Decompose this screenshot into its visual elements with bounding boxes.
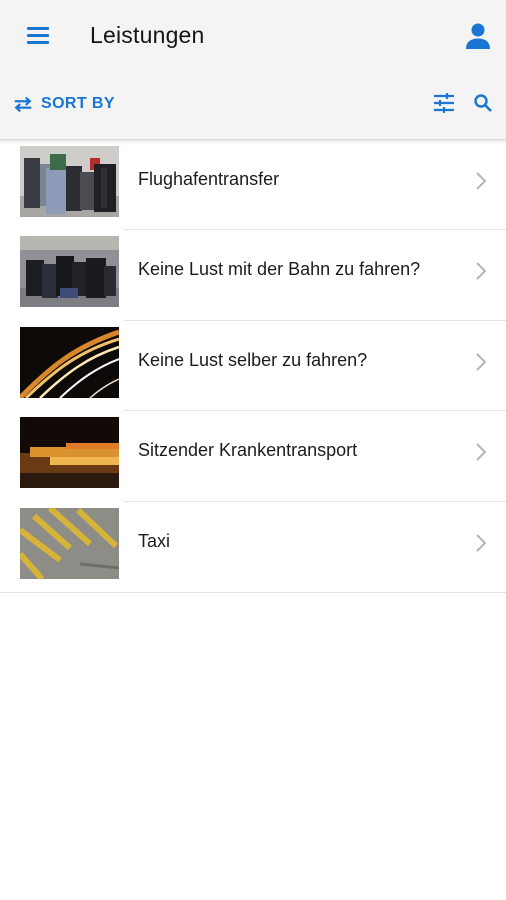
filter-button[interactable] [431,90,457,116]
taxi-road-marking-photo [20,507,119,579]
user-icon [466,23,490,49]
sort-by-button[interactable]: SORT BY [12,90,115,118]
chevron-right-icon [476,172,487,190]
swap-arrows-icon [14,96,32,113]
app-header: Leistungen SORT BY [0,0,506,140]
list-item-label: Taxi [138,530,171,551]
list-item-label: Keine Lust mit der Bahn zu fahren? [138,259,421,280]
sort-by-label: SORT BY [41,95,115,112]
chevron-right-icon [476,353,487,371]
list-item-taxi[interactable]: Taxi [0,502,506,592]
list-item-bahn[interactable]: Keine Lust mit der Bahn zu fahren? [0,230,506,321]
menu-button[interactable] [22,20,56,50]
search-icon [474,94,492,112]
page-title: Leistungen [90,22,205,48]
highway-light-trails-photo [20,326,119,398]
list-item-selber-fahren[interactable]: Keine Lust selber zu fahren? [0,321,506,412]
list-item-label: Sitzender Krankentransport [138,440,358,461]
chevron-right-icon [476,262,487,281]
list-item-krankentransport[interactable]: Sitzender Krankentransport [0,411,506,502]
menu-icon-bar [27,33,49,37]
luggage-photo [20,146,119,217]
chevron-right-icon [476,443,487,461]
motion-blur-vehicle-photo [20,417,119,489]
suitcases-on-platform-photo [20,236,119,308]
menu-icon [27,26,49,30]
tune-icon [434,93,454,113]
user-account-button[interactable] [461,19,495,53]
list-item-label: Flughafentransfer [138,169,280,189]
services-list: Flughafentransfer Keine Lust mit der Bah… [0,140,506,593]
search-button[interactable] [471,91,495,115]
list-item-flughafentransfer[interactable]: Flughafentransfer [0,140,506,231]
menu-icon-bar [27,40,49,44]
list-item-label: Keine Lust selber zu fahren? [138,349,368,370]
chevron-right-icon [476,533,487,552]
